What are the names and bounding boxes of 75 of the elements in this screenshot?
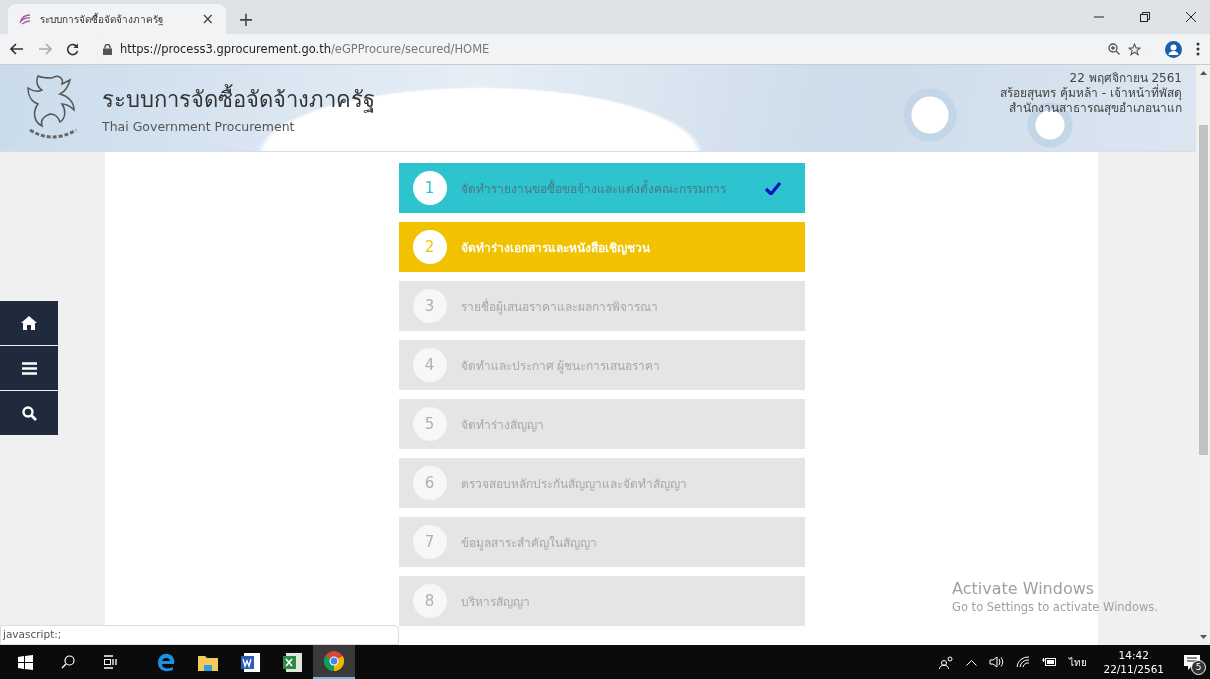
people-icon[interactable]: [939, 655, 955, 669]
menu-icon: [21, 361, 37, 375]
spreadsheet-icon: [282, 652, 302, 672]
reload-icon[interactable]: [66, 42, 79, 56]
back-arrow-icon[interactable]: [10, 43, 24, 55]
site-subtitle: Thai Government Procurement: [102, 119, 296, 134]
office-name: สำนักงานสาธารณสุขอำเภอนาแก: [1008, 101, 1182, 116]
scroll-up-icon[interactable]: [1199, 71, 1207, 75]
search-icon[interactable]: [61, 655, 75, 669]
new-tab-button[interactable]: +: [234, 8, 258, 30]
input-language[interactable]: ไทย: [1069, 654, 1088, 670]
word-document-icon: [240, 652, 260, 672]
close-icon[interactable]: [1186, 12, 1196, 22]
activation-notice-text: Go to Settings to activate Windows.: [952, 600, 1158, 614]
step-label: จัดทำรายงานขอซื้อขอจ้างและแต่งตั้งคณะกรรมการ: [460, 179, 727, 198]
link-status-bubble: javascript:;: [0, 625, 399, 645]
process-step[interactable]: 6 ตรวจสอบหลักประกันสัญญาและจัดทำสัญญา: [398, 458, 805, 508]
more-menu-icon[interactable]: [1196, 42, 1200, 56]
process-step[interactable]: 5 จัดทำร่างสัญญา: [398, 399, 805, 449]
step-number: 3: [412, 289, 447, 323]
process-step[interactable]: 8 บริหารสัญญา: [398, 576, 805, 626]
process-step[interactable]: 1 จัดทำรายงานขอซื้อขอจ้างและแต่งตั้งคณะกรรมการ: [398, 163, 805, 213]
home-button[interactable]: [0, 301, 58, 345]
step-number: 2: [412, 230, 447, 264]
step-label: จัดทำร่างสัญญา: [460, 416, 545, 434]
folder-icon: [198, 653, 218, 671]
lock-icon: [103, 43, 112, 55]
battery-icon[interactable]: [1042, 657, 1058, 667]
edge-browser-icon: [156, 652, 176, 672]
scrollbar-thumb[interactable]: [1198, 125, 1208, 455]
search-icon: [21, 405, 37, 421]
step-label: จัดทำและประกาศ ผู้ชนะการเสนอราคา: [460, 357, 662, 375]
home-icon: [21, 316, 37, 330]
site-title: ระบบการจัดซื้อจัดจ้างภาครัฐ: [102, 82, 375, 117]
activation-notice-title: Activate Windows: [952, 579, 1096, 598]
browser-tab[interactable]: ระบบการจัดซื้อจัดจ้างภาครัฐ ×: [8, 4, 226, 34]
current-date: 22 พฤศจิกายน 2561: [1068, 71, 1182, 85]
task-view-icon[interactable]: [103, 655, 117, 669]
url-text: https://process3.gprocurement.go.th/eGPProcure/secured/HOME: [120, 42, 490, 56]
step-label: จัดทำร่างเอกสารและหนังสือเชิญชวน: [460, 239, 651, 257]
step-number: 1: [412, 171, 447, 205]
search-button[interactable]: [0, 391, 58, 435]
tab-title: ระบบการจัดซื้อจัดจ้างภาครัฐ: [40, 11, 165, 27]
clock[interactable]: 14:42 22/11/2561: [1103, 648, 1164, 676]
process-step[interactable]: 7 ข้อมูลสาระสำคัญในสัญญา: [398, 517, 805, 567]
wifi-icon[interactable]: [1016, 656, 1031, 668]
step-label: ข้อมูลสาระสำคัญในสัญญา: [460, 534, 598, 552]
step-label: รายชื่อผู้เสนอราคาและผลการพิจารณา: [460, 297, 659, 316]
step-number: 5: [412, 407, 447, 441]
chevron-up-icon[interactable]: [966, 658, 978, 666]
taskbar-app[interactable]: [313, 645, 355, 679]
scroll-down-icon[interactable]: [1199, 635, 1207, 639]
step-number: 8: [412, 584, 447, 618]
zoom-in-icon[interactable]: [1108, 43, 1120, 55]
step-number: 7: [412, 525, 447, 559]
clock-date: 22/11/2561: [1103, 662, 1164, 676]
step-number: 6: [412, 466, 447, 500]
clock-time: 14:42: [1118, 648, 1149, 662]
star-icon[interactable]: [1128, 42, 1141, 56]
process-step[interactable]: 3 รายชื่อผู้เสนอราคาและผลการพิจารณา: [398, 281, 805, 331]
step-number: 4: [412, 348, 447, 382]
restore-icon[interactable]: [1140, 12, 1150, 22]
close-tab-button[interactable]: ×: [199, 10, 216, 28]
checkmark-icon: [764, 181, 781, 195]
speaker-icon[interactable]: [989, 656, 1005, 668]
step-label: ตรวจสอบหลักประกันสัญญาและจัดทำสัญญา: [460, 475, 688, 493]
menu-button[interactable]: [0, 346, 58, 390]
process-step[interactable]: 2 จัดทำร่างเอกสารและหนังสือเชิญชวน: [398, 222, 805, 272]
step-label: บริหารสัญญา: [460, 593, 531, 611]
profile-avatar-icon[interactable]: [1165, 40, 1182, 58]
chrome-browser-icon: [324, 651, 344, 671]
user-name: สร้อยสุนทร คุ้มหล้า - เจ้าหน้าที่พัสดุ: [1000, 86, 1182, 101]
process-step[interactable]: 4 จัดทำและประกาศ ผู้ชนะการเสนอราคา: [398, 340, 805, 390]
scrollbar[interactable]: [1196, 65, 1210, 645]
windows-start-icon[interactable]: [18, 654, 33, 670]
